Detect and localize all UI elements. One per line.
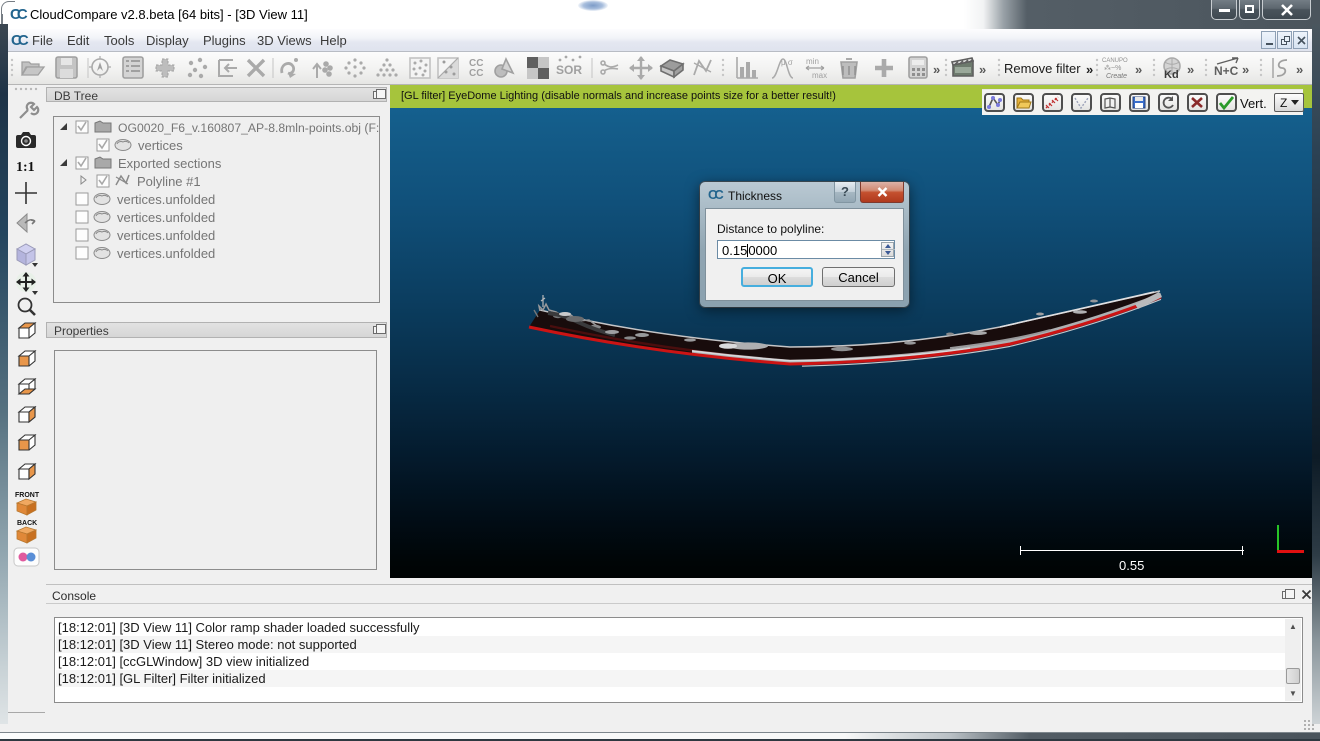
svg-text:CANUPO: CANUPO	[1102, 58, 1128, 64]
svg-text:»: »	[1242, 62, 1249, 77]
svg-text:vertices.unfolded: vertices.unfolded	[117, 228, 215, 243]
svg-text:Polyline #1: Polyline #1	[137, 174, 201, 189]
svg-text:FRONT: FRONT	[15, 492, 40, 499]
svg-text:»: »	[1296, 62, 1303, 77]
svg-text:Exported sections: Exported sections	[118, 156, 222, 171]
svg-text:»: »	[1086, 62, 1093, 77]
svg-text:Create: Create	[1106, 73, 1127, 80]
svg-text:vertices.unfolded: vertices.unfolded	[117, 246, 215, 261]
svg-text:Kd: Kd	[1164, 69, 1179, 81]
svg-text:»: »	[1135, 62, 1142, 77]
svg-text:»: »	[1187, 62, 1194, 77]
svg-text:vertices: vertices	[138, 138, 183, 153]
svg-text:⁂~%: ⁂~%	[1104, 64, 1121, 72]
svg-text:CC: CC	[469, 68, 483, 79]
svg-text:»: »	[933, 62, 940, 77]
svg-text:Remove filter: Remove filter	[1004, 61, 1081, 76]
svg-text:OG0020_F6_v.160807_AP-8.8mln-p: OG0020_F6_v.160807_AP-8.8mln-points.obj …	[118, 121, 379, 135]
svg-text:1:1: 1:1	[16, 160, 35, 175]
svg-text:»: »	[979, 62, 986, 77]
svg-text:vertices.unfolded: vertices.unfolded	[117, 210, 215, 225]
svg-text:vertices.unfolded: vertices.unfolded	[117, 192, 215, 207]
svg-text:BACK: BACK	[17, 520, 37, 527]
svg-text:μ,σ: μ,σ	[781, 58, 793, 67]
svg-text:N+C: N+C	[1214, 64, 1239, 78]
svg-text:max: max	[812, 71, 827, 80]
svg-text:min: min	[806, 57, 819, 66]
svg-text:SOR: SOR	[556, 63, 582, 77]
